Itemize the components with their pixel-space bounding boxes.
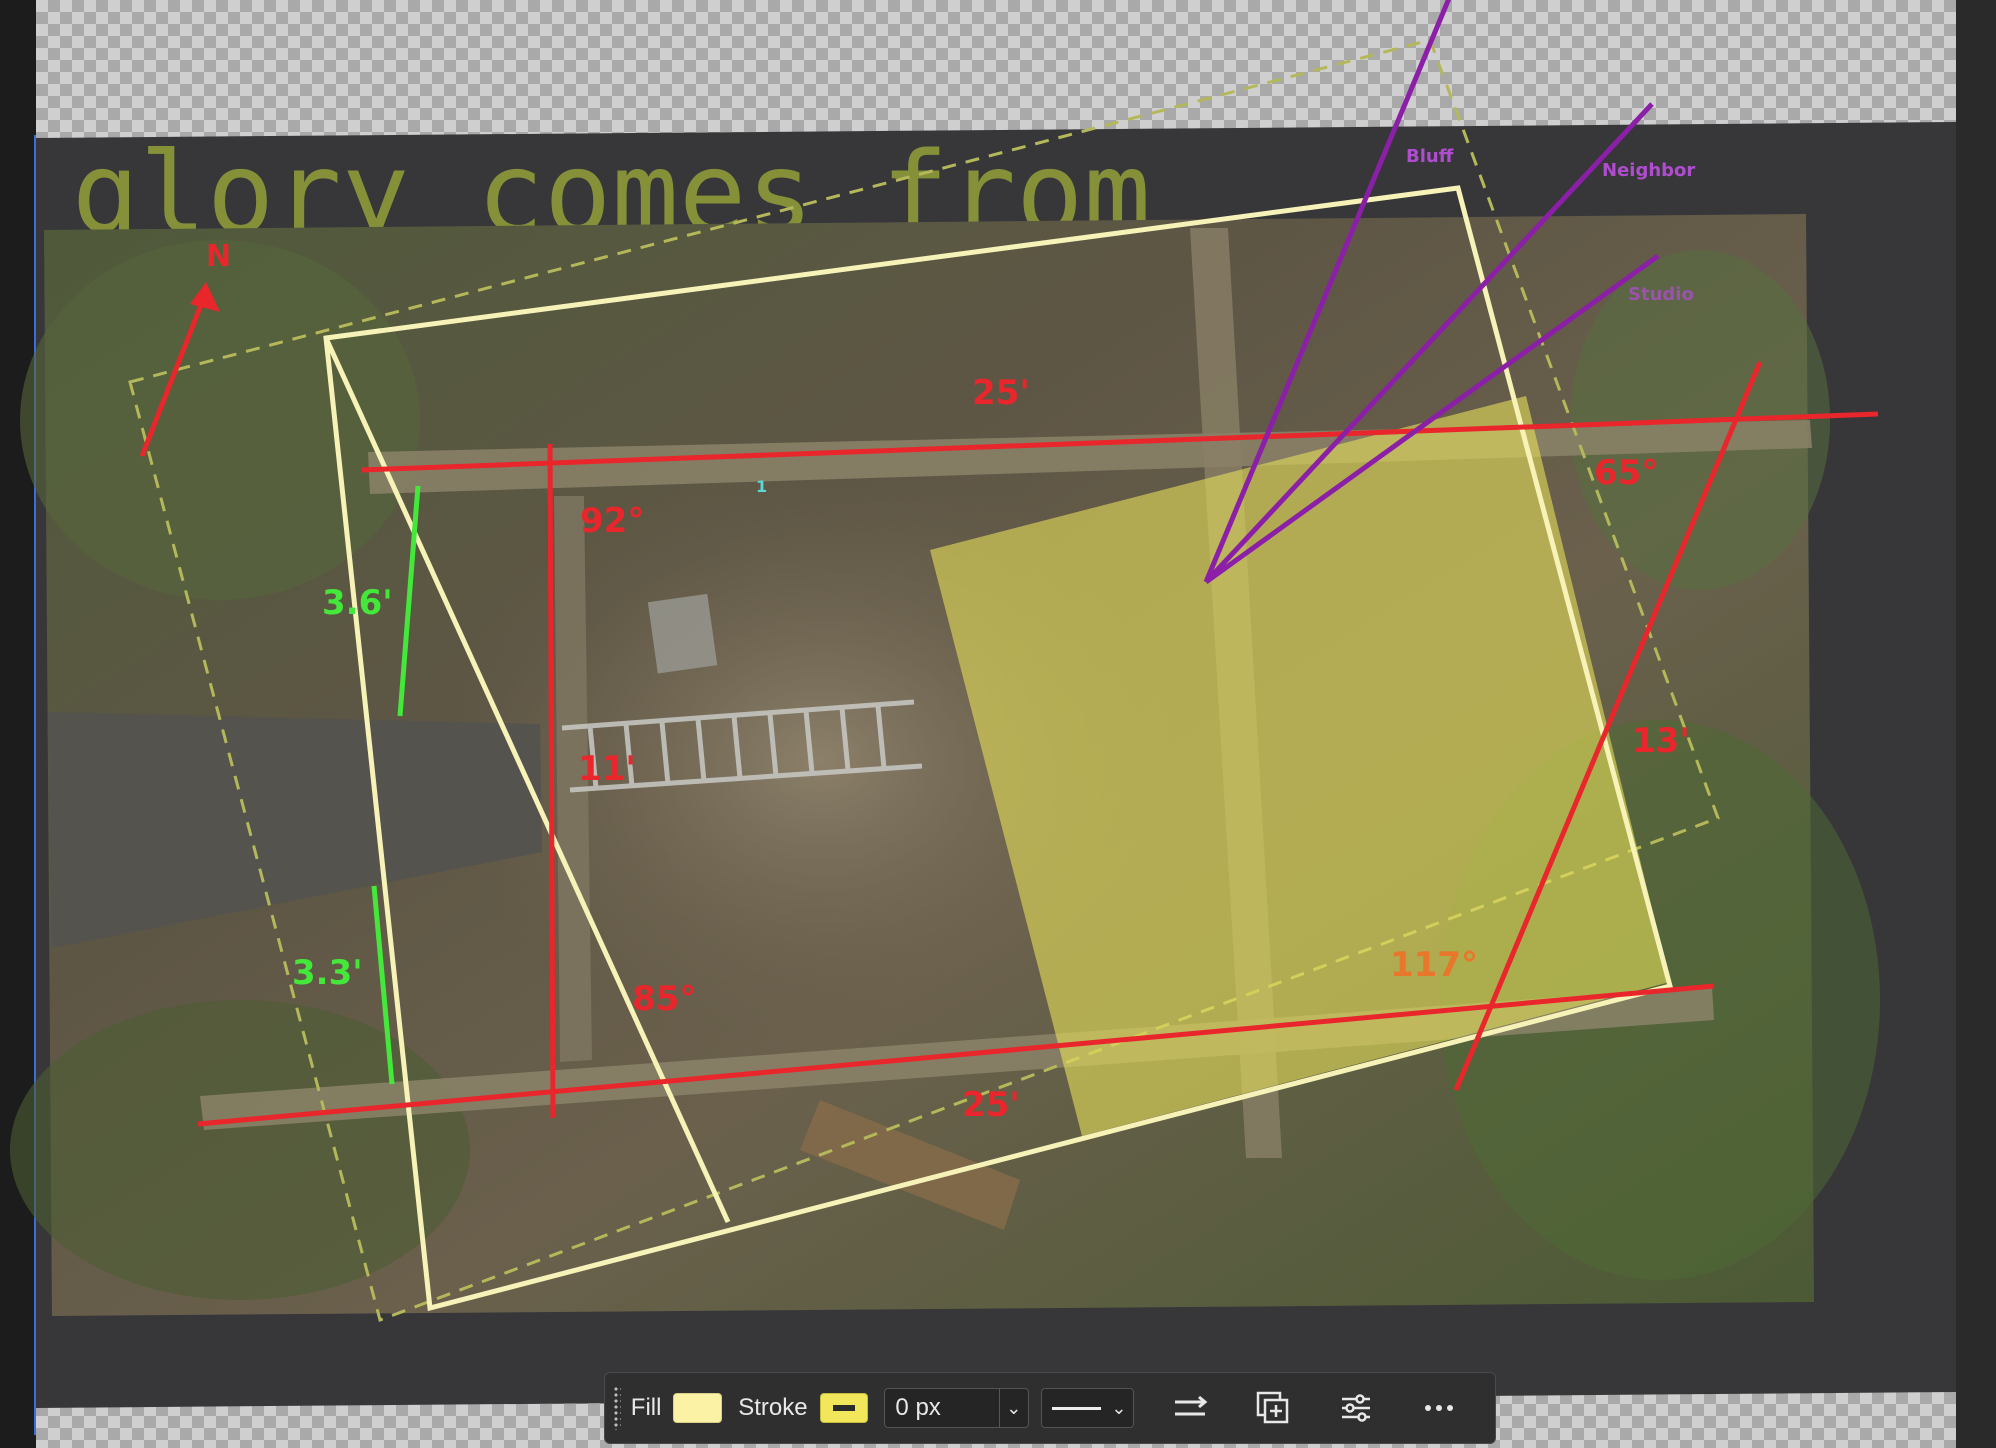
solid-line-icon bbox=[1051, 1406, 1102, 1410]
fill-color-swatch[interactable] bbox=[673, 1393, 723, 1423]
drag-grip-icon[interactable] bbox=[613, 1386, 621, 1430]
label-angle-bottom-right: 117° bbox=[1390, 945, 1478, 985]
design-canvas[interactable]: glory comes from N 3.6' 3.3' Bluff Neigh… bbox=[0, 0, 1996, 1448]
swap-arrows-icon bbox=[1174, 1395, 1208, 1416]
direction-label-bluff: Bluff bbox=[1406, 146, 1454, 167]
label-angle-top-right: 65° bbox=[1594, 453, 1658, 493]
stroke-style-dropdown[interactable]: ⌄ bbox=[1040, 1388, 1135, 1428]
ellipsis-icon bbox=[1424, 1405, 1453, 1411]
label-bottom-length: 25' bbox=[962, 1085, 1020, 1125]
stroke-label: Stroke bbox=[738, 1394, 808, 1421]
chair bbox=[647, 593, 718, 674]
label-right-width: 13' bbox=[1632, 721, 1690, 761]
chevron-down-icon[interactable]: ⌄ bbox=[1111, 1398, 1133, 1419]
stroke-width-field[interactable]: 0 px ⌄ bbox=[884, 1388, 1029, 1428]
north-label: N bbox=[206, 239, 231, 274]
adjustments-button[interactable] bbox=[1330, 1386, 1383, 1430]
label-angle-top-left: 92° bbox=[580, 501, 644, 541]
chevron-down-icon[interactable]: ⌄ bbox=[998, 1389, 1028, 1427]
fill-label: Fill bbox=[630, 1394, 662, 1421]
gap-lower-label: 3.3' bbox=[292, 953, 363, 993]
align-stroke-button[interactable] bbox=[1164, 1386, 1217, 1430]
label-left-width: 11' bbox=[578, 749, 636, 789]
label-top-length: 25' bbox=[972, 373, 1030, 413]
new-layer-icon bbox=[1257, 1391, 1289, 1424]
anchor-point-marker[interactable]: 1 bbox=[756, 477, 767, 496]
stroke-color-swatch[interactable] bbox=[819, 1393, 869, 1423]
gap-upper-label: 3.6' bbox=[322, 583, 393, 623]
add-layer-button[interactable] bbox=[1247, 1386, 1300, 1430]
contextual-taskbar: Fill Stroke 0 px ⌄ ⌄ bbox=[604, 1372, 1496, 1444]
measure-line-left[interactable] bbox=[547, 443, 556, 1119]
sliders-icon bbox=[1342, 1394, 1370, 1422]
more-options-button[interactable] bbox=[1412, 1386, 1465, 1430]
stroke-width-value[interactable]: 0 px bbox=[885, 1394, 998, 1422]
direction-label-neighbor: Neighbor bbox=[1602, 160, 1695, 181]
direction-label-studio: Studio bbox=[1628, 284, 1694, 305]
label-angle-bottom-left: 85° bbox=[632, 979, 696, 1019]
